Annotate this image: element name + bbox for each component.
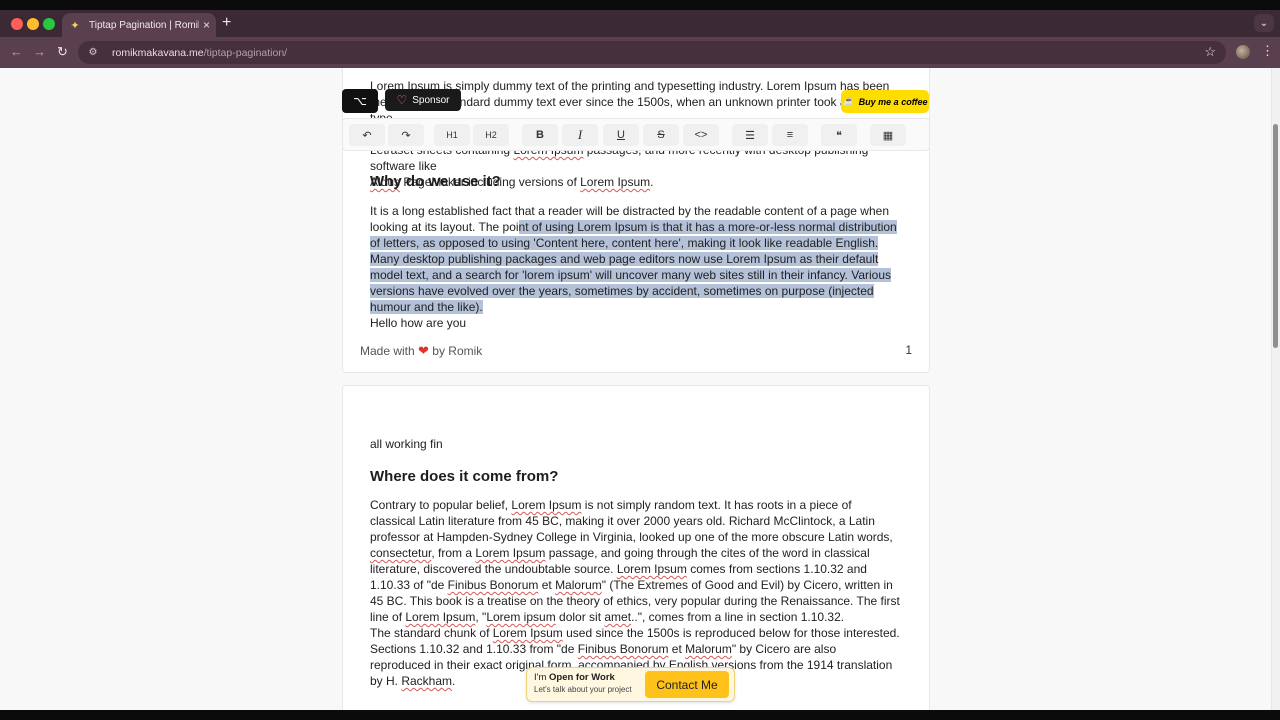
forward-button[interactable]: →: [33, 44, 46, 60]
tab-title: Tiptap Pagination | Romik Ma: [89, 19, 199, 31]
address-bar[interactable]: ⚙ romikmakavana.me/tiptap-pagination/ ☆: [78, 41, 1226, 64]
screen-bottom-bezel: [0, 710, 1280, 720]
open-for-work-banner: I'm Open for Work Let's talk about your …: [526, 667, 735, 702]
text-selection: nt of using Lorem Ipsum is that it has a…: [370, 220, 897, 314]
open-for-work-subtext: Let's talk about your project: [534, 685, 632, 694]
paragraph-origin: Contrary to popular belief, Lorem Ipsum …: [370, 498, 900, 624]
editor-page-1[interactable]: Lorem Ipsum is simply dummy text of the …: [342, 68, 930, 373]
text-line: all working fin: [370, 437, 443, 451]
bookmark-star-icon[interactable]: ☆: [1204, 44, 1216, 60]
contact-me-button[interactable]: Contact Me: [645, 671, 729, 698]
code-button[interactable]: <>: [683, 124, 719, 146]
buy-me-a-coffee-button[interactable]: ☕ Buy me a coffee: [841, 90, 929, 113]
back-button[interactable]: ←: [10, 44, 23, 60]
editor-toolbar: ↶ ↷ H1 H2 B I U S <> ☰ ≡ ❝ ▦: [342, 118, 930, 151]
bold-button[interactable]: B: [522, 124, 558, 146]
underline-button[interactable]: U: [603, 124, 639, 146]
site-info-icon[interactable]: ⚙: [86, 46, 100, 60]
bullet-list-button[interactable]: ☰: [732, 124, 768, 146]
undo-button[interactable]: ↶: [349, 124, 385, 146]
heading-why: Why do we use it?: [370, 173, 501, 190]
close-window-button[interactable]: [11, 18, 23, 30]
favicon-icon: ✦: [70, 19, 80, 32]
heart-icon: ❤: [418, 343, 429, 358]
github-icon: ⌥: [353, 94, 367, 108]
heading1-button[interactable]: H1: [434, 124, 470, 146]
browser-tab[interactable]: ✦ Tiptap Pagination | Romik Ma ×: [62, 13, 216, 37]
screen-top-bezel: [0, 0, 1280, 10]
paragraph-selected: It is a long established fact that a rea…: [370, 204, 897, 314]
table-button[interactable]: ▦: [870, 124, 906, 146]
sponsor-button[interactable]: ♡ Sponsor: [385, 89, 461, 111]
tab-search-button[interactable]: ⌄: [1254, 14, 1274, 32]
hello-line: Hello how are you: [370, 316, 467, 330]
heading-where: Where does it come from?: [370, 468, 559, 485]
heart-outline-icon: ♡: [396, 93, 408, 107]
reload-button[interactable]: ↻: [57, 44, 68, 60]
table-icon: ▦: [882, 129, 894, 142]
quote-icon: ❝: [836, 129, 842, 142]
github-button[interactable]: ⌥: [342, 89, 378, 113]
tab-strip: ✦ Tiptap Pagination | Romik Ma × + ⌄: [0, 10, 1280, 37]
blockquote-button[interactable]: ❝: [821, 124, 857, 146]
bullet-list-icon: ☰: [745, 129, 755, 142]
strikethrough-button[interactable]: S: [643, 124, 679, 146]
page-footer: Made with ❤ by Romik: [360, 343, 483, 358]
tab-close-icon[interactable]: ×: [203, 18, 210, 32]
browser-menu-icon[interactable]: ⋮: [1261, 43, 1274, 59]
italic-button[interactable]: I: [562, 124, 598, 146]
page-number: 1: [905, 343, 912, 357]
undo-icon: ↶: [362, 129, 372, 142]
open-for-work-text: I'm Open for Work: [534, 672, 615, 683]
ordered-list-icon: ≡: [786, 129, 794, 141]
url-text: romikmakavana.me/tiptap-pagination/: [112, 46, 288, 59]
page-viewport: Lorem Ipsum is simply dummy text of the …: [0, 68, 1280, 710]
scrollbar-thumb[interactable]: [1273, 124, 1278, 348]
navigation-bar: ← → ↻ ⚙ romikmakavana.me/tiptap-paginati…: [0, 37, 1280, 68]
redo-icon: ↷: [401, 129, 411, 142]
coffee-cup-icon: ☕: [842, 96, 854, 106]
ordered-list-button[interactable]: ≡: [772, 124, 808, 146]
redo-button[interactable]: ↷: [388, 124, 424, 146]
minimize-window-button[interactable]: [27, 18, 39, 30]
maximize-window-button[interactable]: [43, 18, 55, 30]
heading2-button[interactable]: H2: [473, 124, 509, 146]
new-tab-button[interactable]: +: [222, 14, 231, 32]
editor-page-2[interactable]: all working fin Where does it come from?…: [342, 385, 930, 710]
profile-avatar[interactable]: [1236, 45, 1250, 59]
